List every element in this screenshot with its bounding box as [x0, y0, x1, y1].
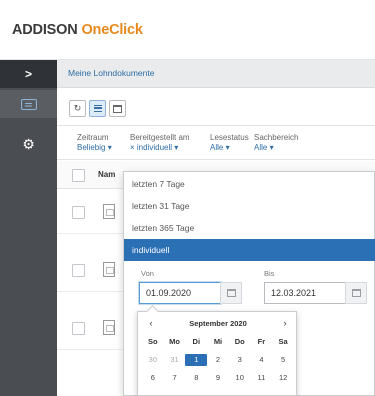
weekday-label: Mo: [169, 337, 180, 346]
from-date-input[interactable]: 01.09.2020: [139, 282, 221, 304]
calendar-icon: [351, 289, 361, 297]
calendar-day[interactable]: 10: [229, 372, 251, 384]
weekday-label: So: [148, 337, 158, 346]
select-all-checkbox[interactable]: [72, 169, 85, 182]
prev-month-button[interactable]: ‹: [144, 318, 158, 328]
calendar-icon: [226, 289, 236, 297]
column-header-name[interactable]: Nam: [98, 170, 115, 179]
gear-icon: ⚙: [22, 135, 35, 152]
calendar-day[interactable]: 31: [164, 354, 186, 366]
sidebar-expand-button[interactable]: >: [0, 60, 57, 88]
refresh-button[interactable]: ↻: [69, 100, 86, 117]
list-icon: [93, 105, 102, 112]
filter-zeitraum[interactable]: Zeitraum Beliebig ▾: [77, 133, 112, 153]
from-calendar-button[interactable]: [220, 282, 242, 304]
datepicker-grid: So Mo Di Mi Do Fr Sa 30 31 1 2 3 4 5 6 7…: [142, 336, 294, 384]
logo-product: OneClick: [81, 22, 143, 38]
from-label: Von: [141, 269, 154, 278]
weekday-label: Di: [192, 337, 201, 346]
datepicker: ‹ September 2020 › So Mo Di Mi Do Fr Sa …: [137, 311, 297, 396]
calendar-day[interactable]: 11: [251, 372, 273, 384]
sidebar: > ⚙: [0, 60, 57, 396]
weekday-label: Do: [234, 337, 245, 346]
dropdown-option-custom[interactable]: individuell: [124, 239, 375, 261]
calendar-day[interactable]: 7: [164, 372, 186, 384]
calendar-day[interactable]: 9: [207, 372, 229, 384]
calendar-day[interactable]: 3: [229, 354, 251, 366]
filter-value[interactable]: Beliebig ▾: [77, 143, 112, 153]
app-logo[interactable]: ADDISON OneClick: [12, 22, 143, 38]
filter-label: Zeitraum: [77, 133, 109, 142]
calendar-day[interactable]: 4: [251, 354, 273, 366]
pdf-icon: [103, 204, 115, 219]
filter-label: Sachbereich: [254, 133, 299, 142]
row-checkbox[interactable]: [72, 322, 85, 335]
filter-label: Lesestatus: [210, 133, 249, 142]
row-checkbox[interactable]: [72, 264, 85, 277]
pdf-icon: [103, 262, 115, 277]
sidebar-item-settings[interactable]: ⚙: [0, 130, 57, 158]
app-header: ADDISON OneClick: [0, 0, 375, 60]
calendar-day-selected[interactable]: 1: [185, 354, 208, 366]
toolbar: ↻: [57, 88, 375, 126]
to-label: Bis: [264, 269, 275, 278]
weekday-label: Sa: [278, 337, 288, 346]
filter-value[interactable]: × individuell ▾: [130, 143, 190, 153]
datepicker-title[interactable]: September 2020: [162, 319, 274, 328]
calendar-day[interactable]: 8: [185, 372, 207, 384]
pdf-icon: [103, 320, 115, 335]
dropdown-option-31-days[interactable]: letzten 31 Tage: [124, 195, 375, 217]
logo-brand: ADDISON: [12, 22, 78, 38]
filter-bar: Zeitraum Beliebig ▾ Bereitgestellt am × …: [57, 126, 375, 160]
to-calendar-button[interactable]: [345, 282, 367, 304]
filter-label: Bereitgestellt am: [130, 133, 190, 142]
refresh-icon: ↻: [73, 103, 82, 113]
chevron-right-icon: >: [24, 67, 32, 81]
calendar-day[interactable]: 30: [142, 354, 164, 366]
to-date-input[interactable]: 12.03.2021: [264, 282, 346, 304]
calendar-view-button[interactable]: [109, 100, 126, 117]
calendar-day[interactable]: 2: [207, 354, 229, 366]
weekday-label: Mi: [213, 337, 223, 346]
row-checkbox[interactable]: [72, 206, 85, 219]
weekday-label: Fr: [257, 337, 266, 346]
next-month-button[interactable]: ›: [278, 318, 292, 328]
calendar-day[interactable]: 5: [272, 354, 294, 366]
dropdown-option-365-days[interactable]: letzten 365 Tage: [124, 217, 375, 239]
list-view-button[interactable]: [89, 100, 106, 117]
documents-icon: [20, 98, 37, 110]
filter-sachbereich[interactable]: Sachbereich Alle ▾: [254, 133, 298, 153]
calendar-day[interactable]: 12: [272, 372, 294, 384]
breadcrumb[interactable]: Meine Lohndokumente: [68, 68, 154, 78]
dropdown-option-7-days[interactable]: letzten 7 Tage: [124, 173, 375, 195]
calendar-day[interactable]: 6: [142, 372, 164, 384]
filter-value[interactable]: Alle ▾: [210, 143, 249, 153]
calendar-icon: [113, 104, 122, 113]
filter-bereitgestellt[interactable]: Bereitgestellt am × individuell ▾: [130, 133, 190, 153]
filter-lesestatus[interactable]: Lesestatus Alle ▾: [210, 133, 249, 153]
sidebar-item-documents[interactable]: [0, 90, 57, 118]
filter-value[interactable]: Alle ▾: [254, 143, 298, 153]
